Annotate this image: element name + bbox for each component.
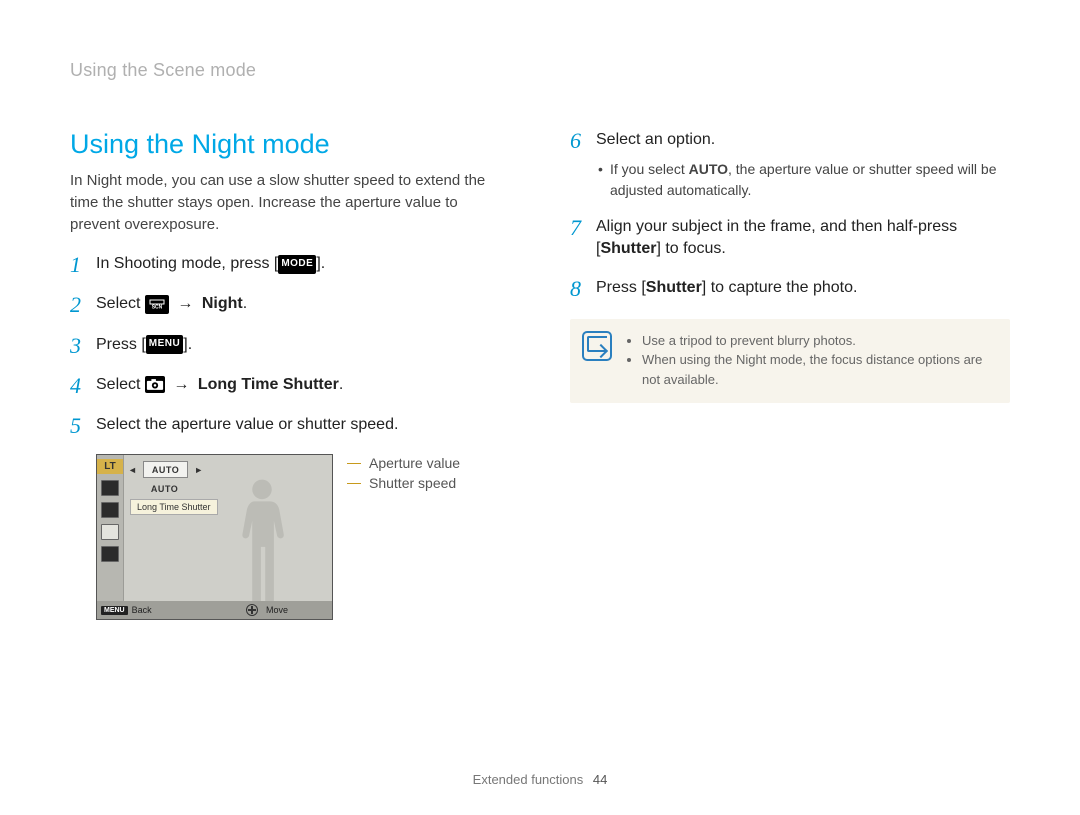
step-number: 3 bbox=[70, 334, 96, 358]
step-number: 6 bbox=[570, 129, 596, 153]
step-number: 2 bbox=[70, 293, 96, 317]
right-column: 6 Select an option. If you select AUTO, … bbox=[570, 111, 1010, 620]
step-4: 4 Select → Long Time Shutter. bbox=[70, 374, 510, 398]
step-8: 8 Press [Shutter] to capture the photo. bbox=[570, 277, 1010, 301]
lcd-back-label: Back bbox=[132, 605, 152, 615]
chevron-left-icon: ◄ bbox=[128, 465, 137, 475]
page-number: 44 bbox=[593, 772, 607, 787]
step-bold: Night bbox=[202, 295, 243, 312]
lcd-bottom-bar: MENU Back Move bbox=[97, 601, 332, 619]
lcd-side-icon bbox=[101, 502, 119, 518]
nav-pad-icon bbox=[246, 604, 258, 616]
lcd-callouts: Aperture value Shutter speed bbox=[347, 454, 460, 493]
step-number: 8 bbox=[570, 277, 596, 301]
step-text: Select an option. bbox=[596, 131, 715, 148]
lt-badge: LT bbox=[97, 459, 123, 474]
step-text: Press [ bbox=[96, 336, 146, 353]
svg-text:SCN: SCN bbox=[152, 305, 163, 311]
running-header: Using the Scene mode bbox=[70, 60, 1010, 81]
note-item: Use a tripod to prevent blurry photos. bbox=[642, 331, 996, 351]
step-text: ]. bbox=[316, 255, 325, 272]
step-text: ] to capture the photo. bbox=[702, 279, 858, 296]
camera-icon bbox=[145, 376, 165, 393]
step-6: 6 Select an option. If you select AUTO, … bbox=[570, 129, 1010, 200]
left-column: Using the Night mode In Night mode, you … bbox=[70, 111, 510, 620]
step-text: . bbox=[339, 376, 343, 393]
step-5: 5 Select the aperture value or shutter s… bbox=[70, 414, 510, 438]
note-icon bbox=[582, 331, 612, 361]
footer-section: Extended functions bbox=[473, 772, 584, 787]
step-text: Select the aperture value or shutter spe… bbox=[96, 414, 510, 436]
lcd-move-label: Move bbox=[266, 605, 288, 615]
step-text: In Shooting mode, press [ bbox=[96, 255, 278, 272]
step-bold: Shutter bbox=[600, 240, 656, 257]
step-text: ]. bbox=[183, 336, 192, 353]
step-number: 5 bbox=[70, 414, 96, 438]
arrow-icon: → bbox=[173, 374, 189, 396]
step-text: Press [ bbox=[596, 279, 646, 296]
menu-chip-icon: MENU bbox=[101, 606, 128, 615]
step-text: Select bbox=[96, 376, 145, 393]
lcd-side-icon bbox=[101, 546, 119, 562]
lcd-tooltip: Long Time Shutter bbox=[130, 499, 218, 515]
lcd-figure: LT ◄ AUTO bbox=[96, 454, 510, 620]
step-7: 7 Align your subject in the frame, and t… bbox=[570, 216, 1010, 261]
lcd-auto-value: AUTO bbox=[143, 481, 186, 496]
scene-mode-icon: SCN bbox=[145, 295, 169, 314]
camera-lcd: LT ◄ AUTO bbox=[96, 454, 333, 620]
lcd-side-icon bbox=[101, 480, 119, 496]
step-bold: Shutter bbox=[646, 279, 702, 296]
lcd-auto-chip: AUTO bbox=[143, 461, 188, 478]
step-text: Select bbox=[96, 295, 145, 312]
step-1: 1 In Shooting mode, press [MODE]. bbox=[70, 253, 510, 277]
arrow-icon: → bbox=[177, 293, 193, 315]
callout-shutter: Shutter speed bbox=[369, 474, 456, 494]
silhouette-icon bbox=[222, 471, 302, 601]
step-number: 4 bbox=[70, 374, 96, 398]
lcd-side-icon bbox=[101, 524, 119, 540]
step-sub-bullet: If you select AUTO, the aperture value o… bbox=[610, 159, 1010, 200]
step-text: ] to focus. bbox=[656, 240, 725, 257]
step-2: 2 Select SCN → Night. bbox=[70, 293, 510, 317]
lcd-sidebar: LT bbox=[97, 455, 124, 601]
intro-paragraph: In Night mode, you can use a slow shutte… bbox=[70, 170, 510, 235]
note-box: Use a tripod to prevent blurry photos. W… bbox=[570, 319, 1010, 404]
note-item: When using the Night mode, the focus dis… bbox=[642, 350, 996, 389]
step-text: . bbox=[243, 295, 247, 312]
page-footer: Extended functions 44 bbox=[0, 772, 1080, 787]
step-3: 3 Press [MENU]. bbox=[70, 334, 510, 358]
mode-button-icon: MODE bbox=[278, 255, 316, 274]
section-title: Using the Night mode bbox=[70, 129, 510, 160]
menu-button-icon: MENU bbox=[146, 335, 183, 354]
step-number: 1 bbox=[70, 253, 96, 277]
step-bold: Long Time Shutter bbox=[198, 376, 339, 393]
chevron-right-icon: ► bbox=[194, 465, 203, 475]
lcd-row-aperture: ◄ AUTO ► bbox=[128, 461, 203, 478]
callout-aperture: Aperture value bbox=[369, 454, 460, 474]
step-number: 7 bbox=[570, 216, 596, 240]
lcd-row-shutter: ◄ AUTO bbox=[128, 481, 186, 496]
